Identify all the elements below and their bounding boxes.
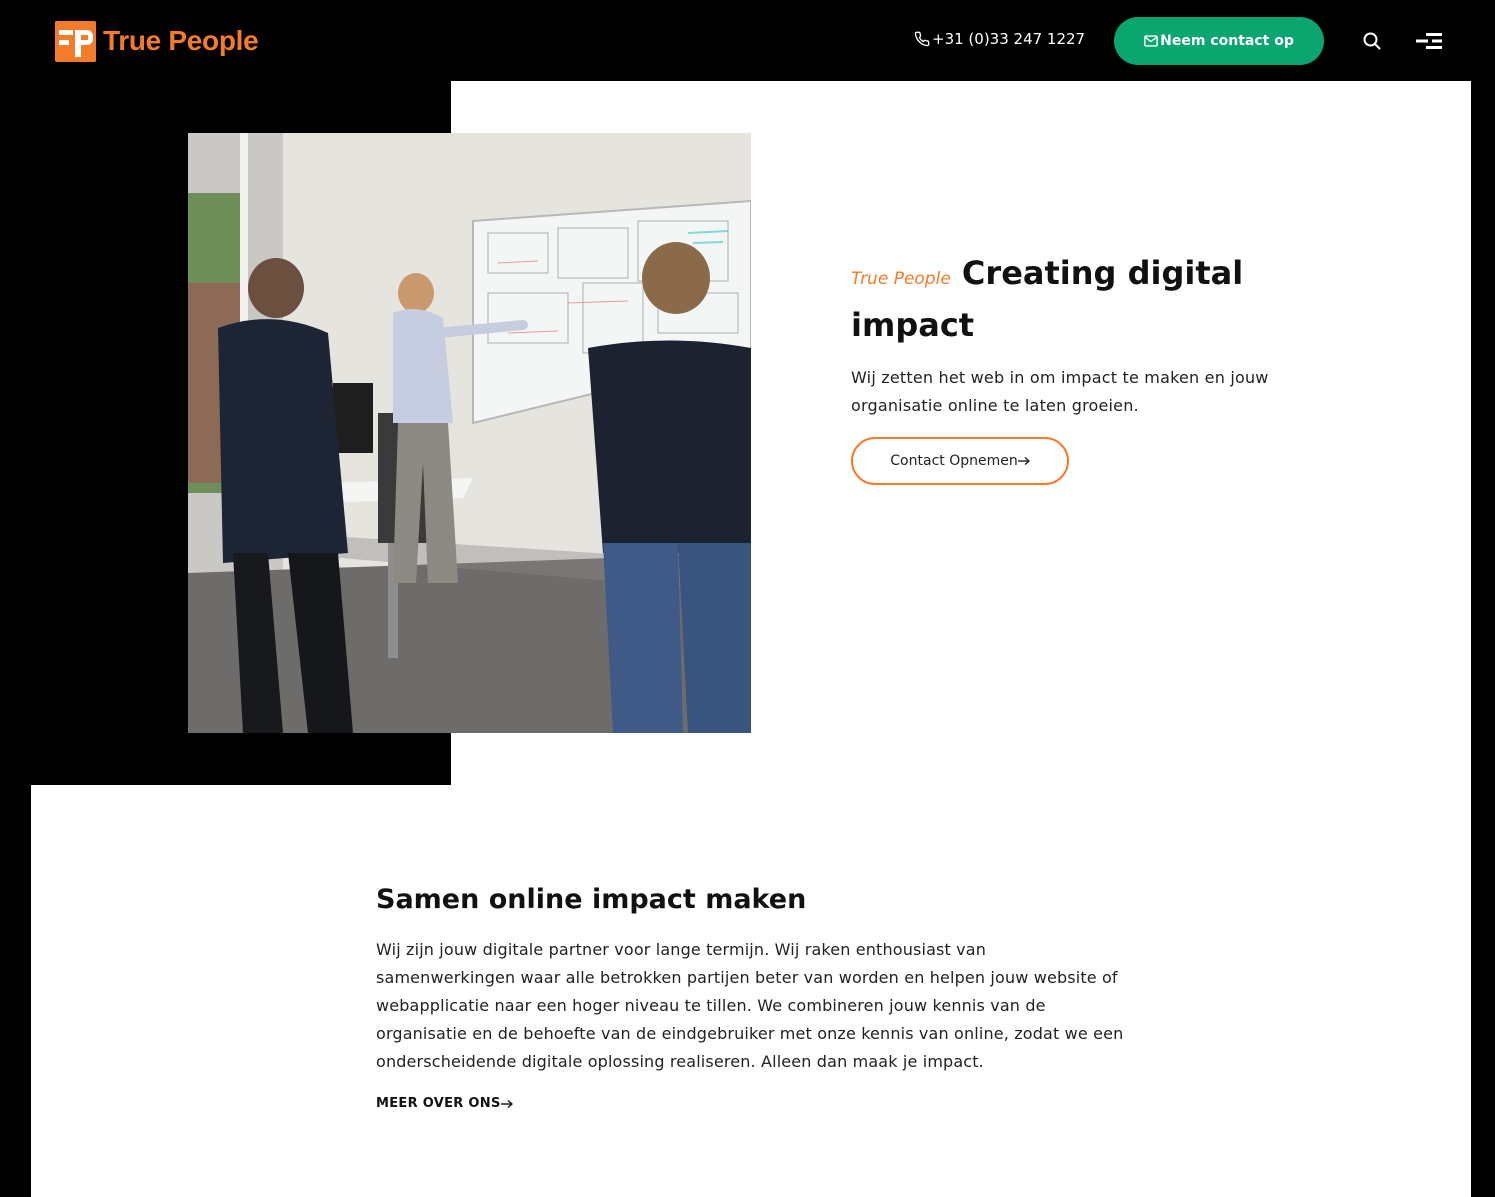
logo-text: True People [103,25,259,56]
site-header: True People +31 (0)33 247 1227 Neem cont… [0,0,1495,81]
page: True People +31 (0)33 247 1227 Neem cont… [0,0,1495,1197]
about-section: Samen online impact maken Wij zijn jouw … [376,880,1126,1111]
search-button[interactable] [1362,31,1382,51]
hero-description: Wij zetten het web in om impact te maken… [851,368,1269,415]
meer-over-ons-link[interactable]: MEER OVER ONS [376,1096,513,1111]
contact-opnemen-label: Contact Opnemen [890,453,1018,469]
hero-section: True People Creating digital impact Wij … [851,250,1311,485]
menu-icon [1416,33,1442,49]
about-description: Wij zijn jouw digitale partner voor lang… [376,940,1124,1071]
hero-kicker: True People [851,269,951,289]
arrow-right-icon [1017,456,1030,466]
menu-button[interactable] [1416,31,1442,51]
contact-opnemen-button[interactable]: Contact Opnemen [851,437,1069,485]
arrow-right-icon [500,1099,513,1108]
mail-icon [1144,35,1158,47]
phone-number: +31 (0)33 247 1227 [932,30,1086,48]
search-icon [1363,32,1381,50]
about-title: Samen online impact maken [376,884,807,915]
phone-link[interactable]: +31 (0)33 247 1227 [914,30,1085,48]
hero-title: True People Creating digital impact [851,250,1311,348]
logo[interactable]: True People [55,20,259,62]
meer-over-ons-label: MEER OVER ONS [376,1096,501,1111]
contact-button[interactable]: Neem contact op [1114,17,1324,65]
team-photo [188,133,751,733]
hero-title-text: Creating digital impact [851,254,1244,344]
contact-button-label: Neem contact op [1160,33,1294,49]
phone-icon [914,31,930,47]
logo-mark-icon [55,20,96,62]
